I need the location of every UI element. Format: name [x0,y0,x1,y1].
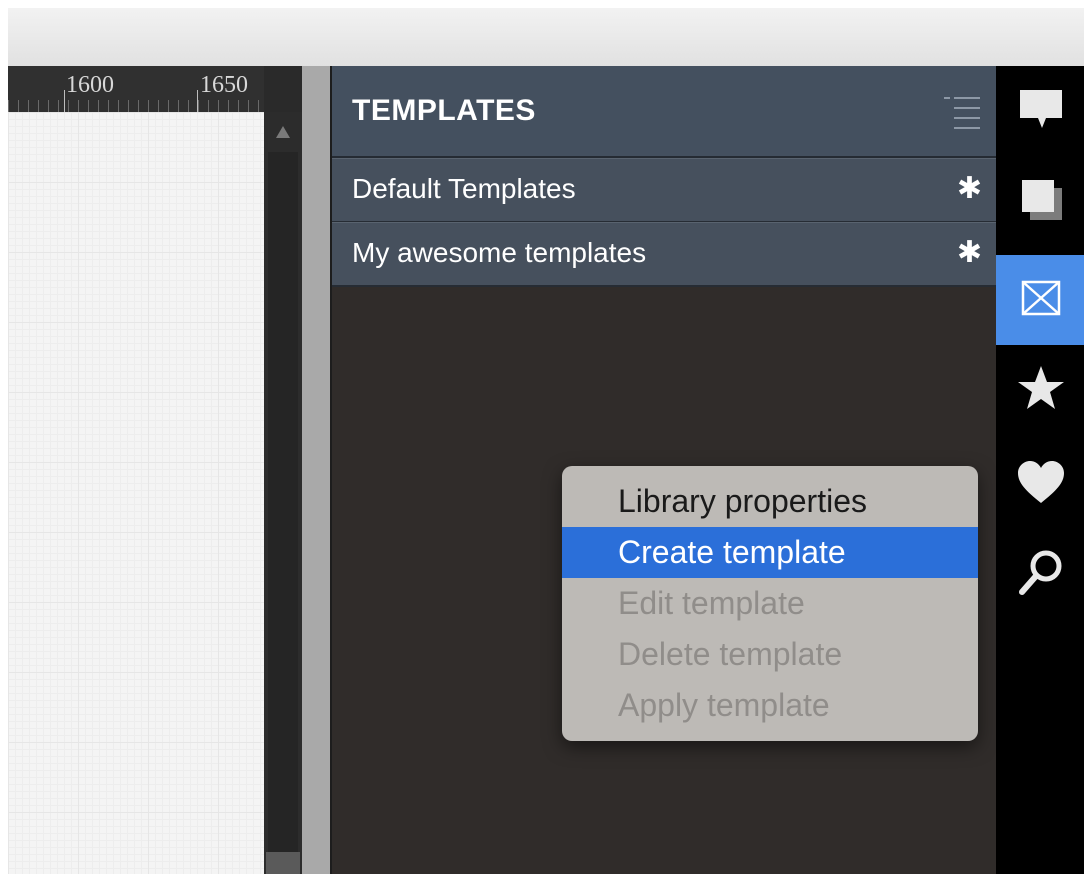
ruler-corner [264,66,302,112]
search-icon [1019,550,1062,595]
library-row-my-awesome-templates[interactable]: My awesome templates ✱ [332,222,998,287]
rail-button-comments[interactable] [996,66,1084,156]
menu-item-delete-template: Delete template [618,636,843,672]
templates-icon [1021,280,1061,316]
comment-icon [1020,90,1062,128]
vertical-scrollbar[interactable] [264,112,302,874]
ruler-major-tick [197,90,198,112]
ruler-label-1650: 1650 [200,72,248,98]
heart-icon [1018,461,1064,503]
panel-header: TEMPLATES [332,66,998,158]
menu-item-edit-template: Edit template [618,585,805,621]
rail-button-search[interactable] [996,530,1084,620]
library-row-default-templates[interactable]: Default Templates ✱ [332,158,998,223]
ruler-major-tick [64,90,65,112]
library-label: My awesome templates [352,237,647,268]
menu-item-library-properties[interactable]: Library properties [562,476,978,527]
ruler-ticks [8,100,264,112]
gear-icon[interactable]: ✱ [957,235,982,270]
app-window: 1600 1650 TEMPLATES Default Templates ✱ … [0,0,1084,874]
star-icon [1018,366,1064,409]
rail-button-likes[interactable] [996,440,1084,530]
menu-item-create-template[interactable]: Create template [562,527,978,578]
ruler-label-1600: 1600 [66,72,114,98]
list-menu-icon[interactable] [942,92,982,132]
gear-icon[interactable]: ✱ [957,171,982,206]
icon-rail [996,66,1084,874]
canvas[interactable] [8,112,264,874]
horizontal-ruler: 1600 1650 [8,66,264,113]
rail-button-templates[interactable] [996,255,1084,345]
context-menu: Library properties Create template Edit … [562,466,978,741]
rail-button-favorites[interactable] [996,345,1084,435]
scroll-up-arrow-icon[interactable] [276,126,290,138]
layers-icon [1022,180,1062,220]
scroll-thumb[interactable] [266,852,300,874]
menu-item-apply-template: Apply template [618,687,830,723]
scroll-track[interactable] [268,152,298,852]
toolbar [8,8,1084,67]
panel-splitter[interactable] [302,66,330,874]
panel-title: TEMPLATES [352,94,536,127]
library-label: Default Templates [352,173,576,204]
rail-button-layers[interactable] [996,156,1084,246]
